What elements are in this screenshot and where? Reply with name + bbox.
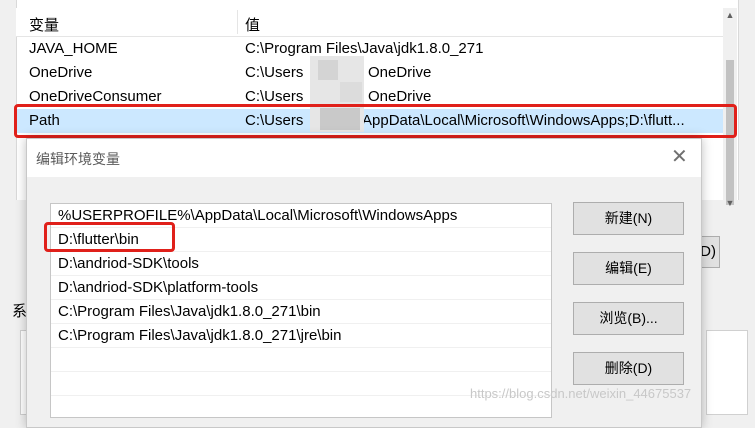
watermark: https://blog.csdn.net/weixin_44675537 bbox=[470, 386, 692, 401]
background-right-panel bbox=[706, 330, 748, 415]
path-entry-empty[interactable] bbox=[51, 348, 551, 372]
system-variables-label: 系 bbox=[12, 303, 28, 320]
env-row-java-home[interactable]: JAVA_HOME C:\Program Files\Java\jdk1.8.0… bbox=[16, 37, 723, 61]
path-entry[interactable]: C:\Program Files\Java\jdk1.8.0_271\jre\b… bbox=[51, 324, 551, 348]
env-row-value-suffix: OneDrive bbox=[368, 88, 432, 105]
env-row-name: JAVA_HOME bbox=[29, 40, 118, 57]
browse-button[interactable]: 浏览(B)... bbox=[573, 302, 684, 335]
env-row-value-prefix: C:\Users bbox=[245, 88, 304, 105]
path-entry-text: C:\Program Files\Java\jdk1.8.0_271\jre\b… bbox=[58, 327, 342, 344]
env-row-onedrive[interactable]: OneDrive C:\Users OneDrive bbox=[16, 61, 723, 85]
header-name[interactable]: 变量 bbox=[29, 14, 59, 35]
env-row-onedriveconsumer[interactable]: OneDriveConsumer C:\Users OneDrive bbox=[16, 85, 723, 105]
delete-button[interactable]: 删除(D) bbox=[573, 352, 684, 385]
path-entry-text: D:\andriod-SDK\platform-tools bbox=[58, 279, 259, 296]
dialog-titlebar[interactable] bbox=[27, 139, 701, 177]
path-entry-text: C:\Program Files\Java\jdk1.8.0_271\bin bbox=[58, 303, 321, 320]
env-row-name: OneDriveConsumer bbox=[29, 88, 162, 105]
privacy-blur-block bbox=[318, 60, 338, 80]
new-button[interactable]: 新建(N) bbox=[573, 202, 684, 235]
header-separator[interactable] bbox=[237, 10, 238, 34]
path-entry[interactable]: D:\andriod-SDK\platform-tools bbox=[51, 276, 551, 300]
path-entry[interactable]: C:\Program Files\Java\jdk1.8.0_271\bin bbox=[51, 300, 551, 324]
header-value[interactable]: 值 bbox=[245, 14, 260, 35]
path-entry-text: D:\andriod-SDK\tools bbox=[58, 255, 199, 272]
edit-button[interactable]: 编辑(E) bbox=[573, 252, 684, 285]
env-list-header: 变量 值 bbox=[16, 8, 723, 37]
close-icon[interactable]: ✕ bbox=[671, 146, 688, 168]
scroll-down-arrow-icon[interactable]: ▼ bbox=[723, 196, 737, 210]
privacy-blur-block bbox=[340, 82, 362, 102]
env-row-value-suffix: OneDrive bbox=[368, 64, 432, 81]
env-row-name: OneDrive bbox=[29, 64, 93, 81]
path-entry[interactable]: D:\andriod-SDK\tools bbox=[51, 252, 551, 276]
path-row-highlight bbox=[14, 104, 737, 138]
flutter-bin-highlight bbox=[44, 222, 175, 252]
env-row-value: C:\Program Files\Java\jdk1.8.0_271 bbox=[245, 40, 484, 57]
dialog-title: 编辑环境变量 bbox=[36, 151, 120, 167]
scroll-up-arrow-icon[interactable]: ▲ bbox=[723, 8, 737, 22]
env-row-value-prefix: C:\Users bbox=[245, 64, 304, 81]
